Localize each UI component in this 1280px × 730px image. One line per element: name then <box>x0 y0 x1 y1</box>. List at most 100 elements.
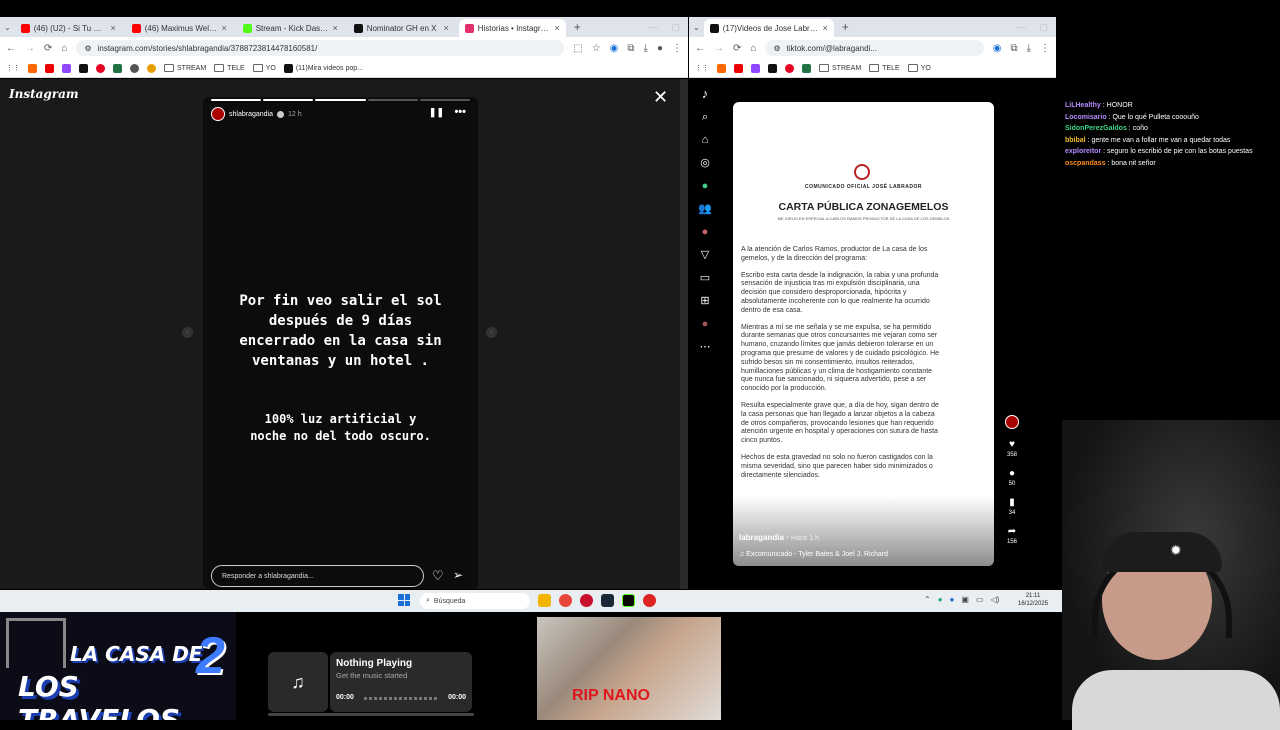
forward-icon[interactable]: → <box>714 43 724 54</box>
tab-search-icon[interactable]: ⌄ <box>4 23 11 32</box>
tab-0-active[interactable]: (17)Videos de Jose Labrador (@× <box>703 19 834 37</box>
avatar[interactable] <box>1005 415 1019 429</box>
tiktok-logo-icon[interactable]: ♪ <box>702 87 709 101</box>
tab-4-active[interactable]: Historias • Instagram × <box>458 19 566 37</box>
reply-input[interactable]: Responder a shlabragandia... <box>211 565 424 587</box>
url-field[interactable]: ⚙ instagram.com/stories/shlabragandia/378… <box>76 40 565 56</box>
tab-0[interactable]: (46) (U2) - Si Tu No Este× <box>15 19 122 37</box>
audio-icon[interactable]: ◉ <box>993 43 1002 54</box>
following-icon[interactable]: 👥 <box>698 202 712 216</box>
sheets-icon[interactable] <box>113 63 122 73</box>
obs-icon[interactable] <box>643 594 656 607</box>
close-icon[interactable]: × <box>221 23 226 33</box>
sheets-icon[interactable] <box>802 63 811 73</box>
bookmark-folder[interactable]: TELE <box>214 64 245 72</box>
bookmark-folder[interactable]: STREAM <box>164 64 206 72</box>
steam-icon[interactable] <box>601 594 614 607</box>
tab-3[interactable]: Nominator GH en X × <box>348 19 455 37</box>
site-info-icon[interactable]: ⚙ <box>84 44 91 53</box>
url-field[interactable]: ⚙ tiktok.com/@labragandi... <box>765 40 984 56</box>
minimize-icon[interactable]: — <box>1016 22 1025 33</box>
menu-icon[interactable]: ⋮ <box>672 43 682 54</box>
bookmark-icon[interactable] <box>147 63 156 73</box>
upload-icon[interactable]: ⊞ <box>700 294 709 308</box>
tray-app-icon[interactable]: ● <box>950 595 955 604</box>
taskbar-search[interactable]: ⌕ Búsqueda <box>420 593 530 609</box>
pause-icon[interactable]: ❚❚ <box>429 107 444 118</box>
video-player[interactable]: COMUNICADO OFICIAL JOSÉ LABRADOR CARTA P… <box>733 102 994 566</box>
chrome-icon[interactable] <box>559 594 572 607</box>
maximize-icon[interactable]: ▢ <box>1039 22 1048 33</box>
explore-icon[interactable]: ◎ <box>700 156 710 170</box>
story-viewer[interactable]: shlabragandia 12 h ❚❚ ••• Por fin veo sa… <box>203 97 478 589</box>
avatar[interactable] <box>211 107 225 121</box>
heart-icon[interactable]: ♥ <box>1009 439 1015 450</box>
next-story-icon[interactable]: › <box>486 327 497 338</box>
apps-icon[interactable]: ⋮⋮ <box>6 64 20 72</box>
extensions-icon[interactable]: ⧉ <box>627 43 634 54</box>
avatar[interactable]: ● <box>702 225 709 239</box>
chevron-up-icon[interactable]: ⌃ <box>924 595 931 604</box>
network-icon[interactable]: ▭ <box>976 595 984 604</box>
maximize-icon[interactable]: ▢ <box>671 22 680 33</box>
bookmark-folder[interactable]: YO <box>252 64 276 72</box>
twitch-icon[interactable] <box>751 63 760 73</box>
bookmark-folder[interactable]: STREAM <box>819 64 861 72</box>
download-icon[interactable]: ⤓ <box>644 43 648 54</box>
close-icon[interactable]: × <box>822 23 827 33</box>
profile-icon[interactable]: ● <box>702 317 709 331</box>
close-icon[interactable]: × <box>110 23 115 33</box>
scrollbar[interactable] <box>680 79 688 589</box>
bookmark-icon[interactable] <box>28 63 37 73</box>
tiktok-icon[interactable] <box>768 63 777 73</box>
prev-story-icon[interactable]: ‹ <box>182 327 193 338</box>
forward-icon[interactable]: → <box>25 43 35 54</box>
tray-app-icon[interactable]: ▣ <box>961 595 969 604</box>
back-icon[interactable]: ← <box>6 43 16 54</box>
bookmark-folder[interactable]: YO <box>907 64 931 72</box>
kick-icon[interactable] <box>622 594 635 607</box>
activity-icon[interactable]: ▽ <box>701 248 709 262</box>
menu-icon[interactable]: ⋮ <box>1040 43 1050 54</box>
video-author[interactable]: labragandia · Hace 1 h <box>739 533 819 542</box>
volume-icon[interactable]: ◁) <box>991 595 1000 604</box>
instagram-logo[interactable]: Instagram <box>9 87 79 101</box>
file-explorer-icon[interactable] <box>538 594 551 607</box>
minimize-icon[interactable]: — <box>648 22 657 33</box>
music-link[interactable]: ♫ Excomunicado - Tyler Bates & Joel J. R… <box>739 551 888 558</box>
tray-app-icon[interactable]: ● <box>938 595 943 604</box>
heart-icon[interactable]: ♡ <box>432 568 444 584</box>
search-icon[interactable]: ⌕ <box>702 110 708 124</box>
install-icon[interactable]: ⬚ <box>573 43 582 54</box>
tab-search-icon[interactable]: ⌄ <box>693 23 700 32</box>
apps-icon[interactable]: ⋮⋮ <box>695 64 709 72</box>
pinterest-icon[interactable] <box>785 63 794 73</box>
youtube-icon[interactable] <box>734 63 743 73</box>
start-icon[interactable] <box>398 594 410 606</box>
home-icon[interactable]: ⌂ <box>702 133 709 147</box>
reload-icon[interactable]: ⟳ <box>44 43 52 54</box>
close-icon[interactable]: × <box>332 23 337 33</box>
close-icon[interactable]: × <box>443 23 448 33</box>
bookmark-link[interactable]: (11)Mira videos pop... <box>283 63 363 73</box>
live-icon[interactable]: ● <box>702 179 709 193</box>
bookmark-icon[interactable] <box>717 63 726 73</box>
app-icon[interactable] <box>580 594 593 607</box>
bookmark-icon[interactable] <box>130 63 139 73</box>
new-tab-button[interactable]: + <box>570 20 585 34</box>
bookmark-folder[interactable]: TELE <box>869 64 900 72</box>
profile-icon[interactable]: ● <box>657 43 663 54</box>
close-icon[interactable]: × <box>554 23 559 33</box>
pinterest-icon[interactable] <box>96 63 105 73</box>
tab-2[interactable]: Stream - Kick Dashboard× <box>237 19 344 37</box>
share-icon[interactable]: ➦ <box>1008 526 1016 537</box>
close-icon[interactable]: ✕ <box>653 87 668 108</box>
reload-icon[interactable]: ⟳ <box>733 43 741 54</box>
comment-icon[interactable]: ● <box>1009 468 1015 479</box>
audio-icon[interactable]: ◉ <box>610 43 619 54</box>
tiktok-icon[interactable] <box>79 63 88 73</box>
taskbar-clock[interactable]: 21:11 16/12/2025 <box>1018 592 1048 608</box>
twitch-icon[interactable] <box>62 63 71 73</box>
extensions-icon[interactable]: ⧉ <box>1010 43 1017 54</box>
messages-icon[interactable]: ▭ <box>700 271 710 285</box>
